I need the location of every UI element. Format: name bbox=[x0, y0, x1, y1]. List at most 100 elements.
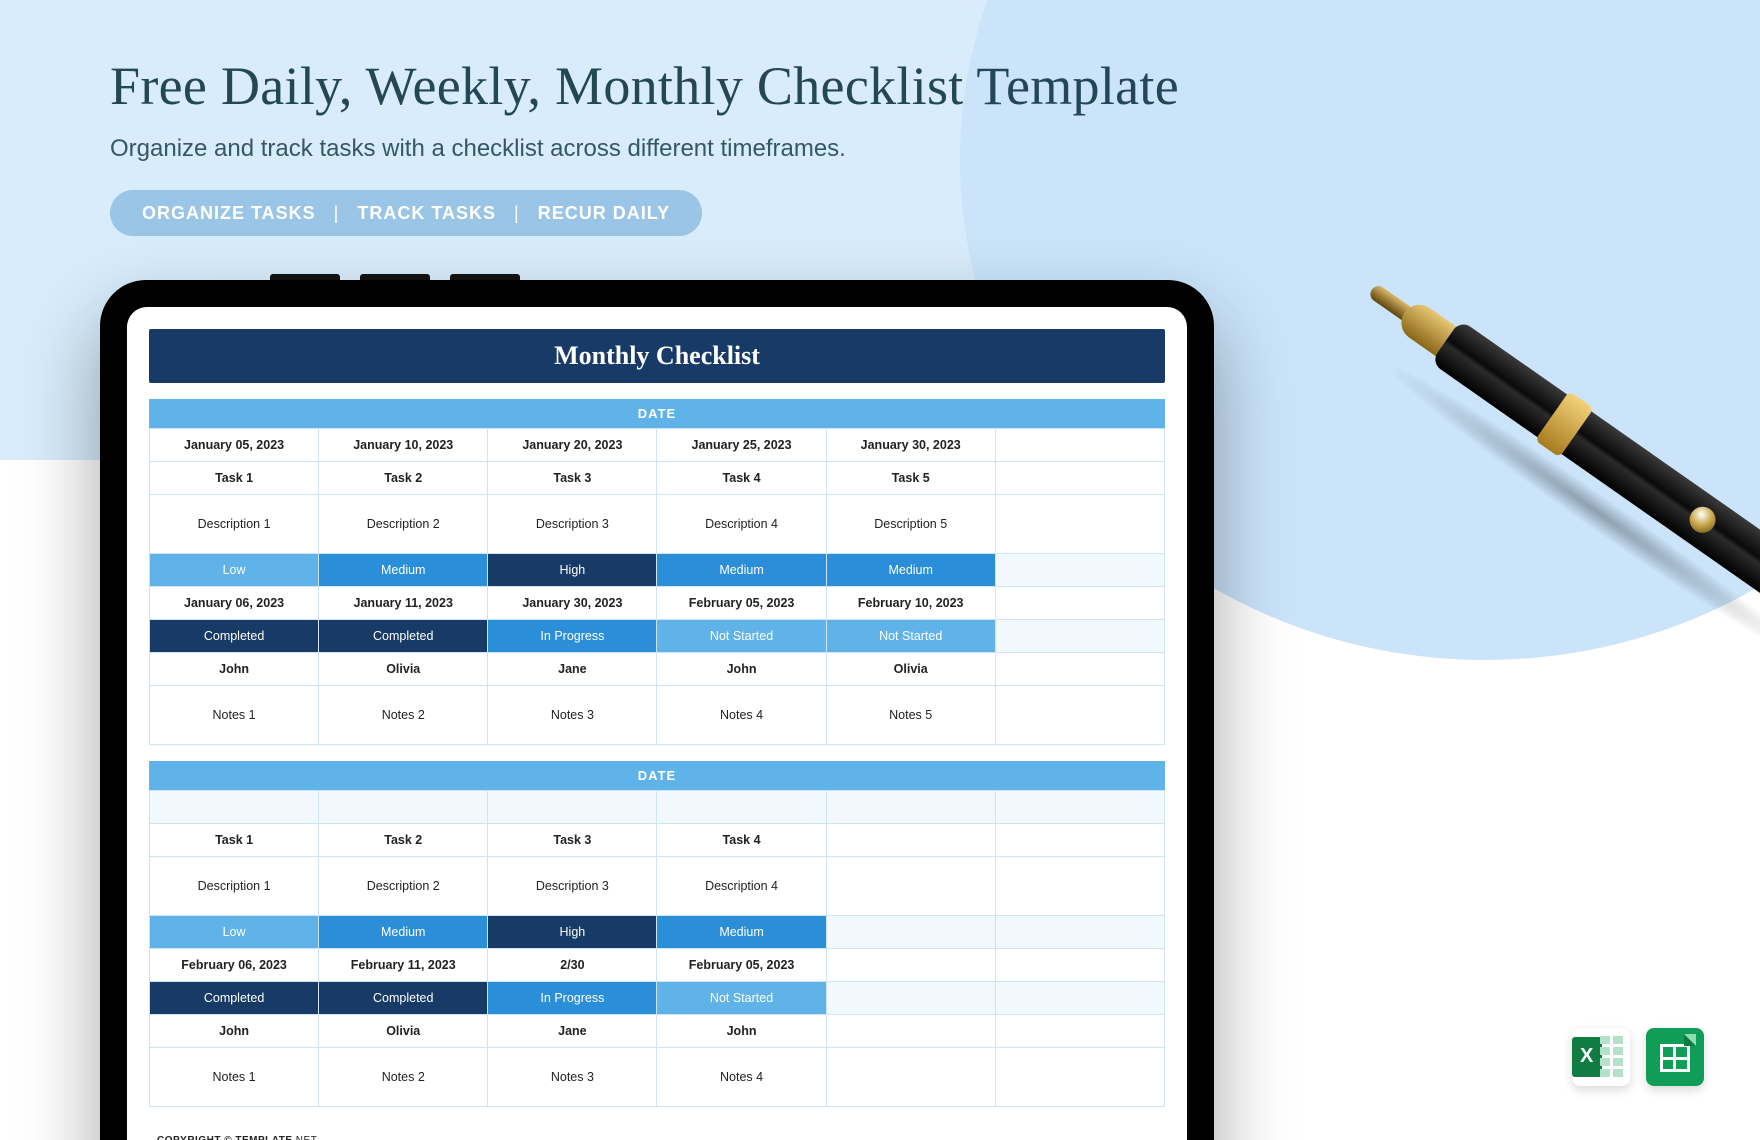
table-cell: Description 2 bbox=[319, 495, 488, 554]
table-cell: January 30, 2023 bbox=[826, 429, 995, 462]
table-cell: Not Started bbox=[826, 620, 995, 653]
section1-date-header: DATE bbox=[149, 399, 1165, 428]
table-cell: Medium bbox=[826, 554, 995, 587]
table-cell: February 10, 2023 bbox=[826, 587, 995, 620]
table-cell: Medium bbox=[319, 554, 488, 587]
table-cell: January 20, 2023 bbox=[488, 429, 657, 462]
table-cell: January 10, 2023 bbox=[319, 429, 488, 462]
section2-date-header: DATE bbox=[149, 761, 1165, 790]
table-cell: Completed bbox=[319, 982, 488, 1015]
table-cell: Medium bbox=[657, 916, 826, 949]
table-cell: Notes 2 bbox=[319, 1048, 488, 1107]
table-cell: Completed bbox=[319, 620, 488, 653]
table-cell: January 11, 2023 bbox=[319, 587, 488, 620]
table-cell bbox=[995, 1015, 1164, 1048]
table-cell: Task 4 bbox=[657, 462, 826, 495]
table-cell bbox=[995, 653, 1164, 686]
copyright: COPYRIGHT © TEMPLATE.NET bbox=[149, 1107, 1165, 1140]
table-cell bbox=[995, 686, 1164, 745]
section2-table: Task 1Task 2Task 3Task 4 Description 1De… bbox=[149, 790, 1165, 1107]
page-title: Free Daily, Weekly, Monthly Checklist Te… bbox=[110, 55, 1179, 117]
excel-icon[interactable] bbox=[1572, 1028, 1630, 1086]
table-cell: John bbox=[150, 653, 319, 686]
table-cell bbox=[995, 495, 1164, 554]
table-cell: Low bbox=[150, 916, 319, 949]
section1-table: January 05, 2023January 10, 2023January … bbox=[149, 428, 1165, 745]
table-cell: February 11, 2023 bbox=[319, 949, 488, 982]
table-cell bbox=[995, 916, 1164, 949]
table-cell bbox=[826, 1015, 995, 1048]
table-cell: Notes 1 bbox=[150, 686, 319, 745]
table-cell: Description 1 bbox=[150, 857, 319, 916]
table-cell: Notes 1 bbox=[150, 1048, 319, 1107]
table-cell: January 06, 2023 bbox=[150, 587, 319, 620]
table-cell bbox=[995, 824, 1164, 857]
tag-track: TRACK TASKS bbox=[357, 203, 496, 224]
table-cell: Task 1 bbox=[150, 462, 319, 495]
table-cell: Medium bbox=[319, 916, 488, 949]
table-cell: Task 1 bbox=[150, 824, 319, 857]
tablet-frame: Monthly Checklist DATE January 05, 2023J… bbox=[100, 280, 1214, 1140]
table-cell: Task 3 bbox=[488, 462, 657, 495]
table-cell: February 06, 2023 bbox=[150, 949, 319, 982]
table-cell bbox=[995, 857, 1164, 916]
table-cell bbox=[150, 791, 319, 824]
table-cell: John bbox=[657, 653, 826, 686]
table-cell: January 25, 2023 bbox=[657, 429, 826, 462]
table-cell: Olivia bbox=[319, 653, 488, 686]
table-cell: February 05, 2023 bbox=[657, 587, 826, 620]
table-cell bbox=[826, 949, 995, 982]
table-cell: John bbox=[150, 1015, 319, 1048]
table-cell bbox=[826, 1048, 995, 1107]
table-cell: In Progress bbox=[488, 982, 657, 1015]
table-cell: Notes 4 bbox=[657, 1048, 826, 1107]
table-cell: Not Started bbox=[657, 982, 826, 1015]
table-cell bbox=[995, 791, 1164, 824]
table-cell bbox=[657, 791, 826, 824]
table-cell: 2/30 bbox=[488, 949, 657, 982]
table-cell: Description 4 bbox=[657, 857, 826, 916]
table-cell: John bbox=[657, 1015, 826, 1048]
tablet-button bbox=[270, 274, 340, 280]
table-cell bbox=[319, 791, 488, 824]
table-cell: January 30, 2023 bbox=[488, 587, 657, 620]
table-cell: Completed bbox=[150, 620, 319, 653]
tag-recur: RECUR DAILY bbox=[538, 203, 670, 224]
table-cell bbox=[826, 857, 995, 916]
table-cell: Description 4 bbox=[657, 495, 826, 554]
table-cell bbox=[995, 462, 1164, 495]
tag-sep: | bbox=[334, 203, 340, 224]
table-cell bbox=[995, 429, 1164, 462]
google-sheets-icon[interactable] bbox=[1646, 1028, 1704, 1086]
table-cell bbox=[995, 949, 1164, 982]
table-cell bbox=[995, 1048, 1164, 1107]
table-cell: Olivia bbox=[826, 653, 995, 686]
table-cell: Description 2 bbox=[319, 857, 488, 916]
table-cell: Description 3 bbox=[488, 495, 657, 554]
table-cell bbox=[995, 620, 1164, 653]
table-cell bbox=[995, 554, 1164, 587]
table-cell: January 05, 2023 bbox=[150, 429, 319, 462]
table-cell: High bbox=[488, 916, 657, 949]
table-cell bbox=[995, 982, 1164, 1015]
table-cell: February 05, 2023 bbox=[657, 949, 826, 982]
table-cell: Notes 3 bbox=[488, 1048, 657, 1107]
table-cell: Notes 2 bbox=[319, 686, 488, 745]
table-cell: High bbox=[488, 554, 657, 587]
table-cell: Notes 5 bbox=[826, 686, 995, 745]
tag-organize: ORGANIZE TASKS bbox=[142, 203, 316, 224]
table-cell: In Progress bbox=[488, 620, 657, 653]
table-cell: Jane bbox=[488, 653, 657, 686]
table-cell: Description 5 bbox=[826, 495, 995, 554]
table-cell: Task 2 bbox=[319, 824, 488, 857]
table-cell bbox=[826, 916, 995, 949]
table-cell bbox=[826, 982, 995, 1015]
table-cell: Not Started bbox=[657, 620, 826, 653]
table-cell: Description 3 bbox=[488, 857, 657, 916]
sheet-banner: Monthly Checklist bbox=[149, 329, 1165, 383]
tablet-button bbox=[360, 274, 430, 280]
tag-pill: ORGANIZE TASKS | TRACK TASKS | RECUR DAI… bbox=[110, 190, 702, 236]
table-cell: Notes 4 bbox=[657, 686, 826, 745]
table-cell: Completed bbox=[150, 982, 319, 1015]
table-cell: Task 2 bbox=[319, 462, 488, 495]
